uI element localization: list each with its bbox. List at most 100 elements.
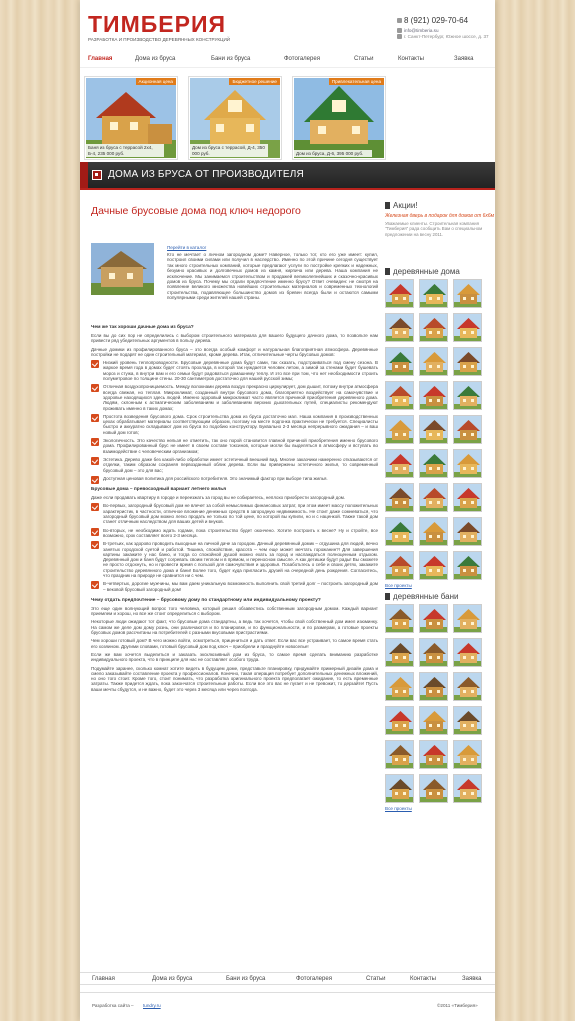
house-project-thumb[interactable] [385,278,414,308]
project-image [454,706,481,734]
bath-project-thumb[interactable] [385,705,414,735]
houses-all-link[interactable]: Все проекты [385,583,495,588]
bath-project-thumb[interactable] [419,705,448,735]
project-image [420,604,447,632]
feature-caption[interactable]: Дом из бруса, Д-6, 395 000 руб. [294,149,372,157]
bath-project-thumb[interactable] [419,603,448,633]
house-project-thumb[interactable] [419,482,448,512]
house-project-thumb[interactable] [385,550,414,580]
house-project-thumb[interactable] [385,448,414,478]
divider [80,188,495,190]
footer-nav-contacts[interactable]: Контакты [410,976,436,982]
bath-project-thumb[interactable] [385,671,414,701]
house-project-thumb[interactable] [385,312,414,342]
nav-contacts[interactable]: Контакты [398,56,424,62]
bath-project-thumb[interactable] [453,603,482,633]
house-project-thumb[interactable] [453,346,482,376]
nav-baths[interactable]: Бани из бруса [211,56,250,62]
catalog-link[interactable]: Перейти в каталог [167,245,206,250]
house-project-thumb[interactable] [419,516,448,546]
check-icon [91,503,99,512]
footer-nav-gallery[interactable]: Фотогалерея [296,976,332,982]
phone-number: 8 (921) 029-70-64 [404,16,469,25]
project-image [386,604,413,632]
feature-card[interactable]: Привлекательная цена Дом из бруса, Д-6, … [292,76,386,160]
feature-caption[interactable]: Баня из бруса с террасой 2х4, Б-4, 235 0… [86,144,164,157]
email-address[interactable]: info@timberia.su [404,28,439,33]
project-image [386,313,413,341]
check-icon [91,475,99,484]
house-project-thumb[interactable] [453,278,482,308]
house-project-thumb[interactable] [419,448,448,478]
house-project-thumb[interactable] [453,516,482,546]
project-image [454,449,481,477]
footer-credit-link[interactable]: tundrу.ru [143,1003,161,1008]
project-image [454,279,481,307]
nav-articles[interactable]: Статьи [354,56,373,62]
bath-project-thumb[interactable] [419,637,448,667]
project-image [454,672,481,700]
feature-card[interactable]: Акционная цена Баня из бруса с террасой … [84,76,178,160]
bath-project-thumb[interactable] [453,739,482,769]
footer-nav-articles[interactable]: Статьи [366,976,385,982]
house-project-thumb[interactable] [419,312,448,342]
project-image [386,347,413,375]
mail-icon [397,28,402,34]
promo-link[interactable]: Железная дверь в подарок для домов от 6х… [385,213,495,219]
house-project-thumb[interactable] [419,346,448,376]
nav-gallery[interactable]: Фотогалерея [284,56,320,62]
footer-nav-home[interactable]: Главная [92,976,115,982]
house-project-thumb[interactable] [453,448,482,478]
address: г. Санкт-Петербург, Южное шоссе, д. 37 [397,34,489,40]
house-project-thumb[interactable] [453,550,482,580]
bath-project-thumb[interactable] [419,671,448,701]
house-project-thumb[interactable] [453,482,482,512]
house-project-thumb[interactable] [385,346,414,376]
baths-all-link[interactable]: Все проекты [385,806,495,811]
feature-caption[interactable]: Дом из бруса с террасой, Д-4, 350 000 ру… [190,144,268,157]
bath-project-thumb[interactable] [419,773,448,803]
project-image [386,672,413,700]
bath-project-thumb[interactable] [385,603,414,633]
bath-project-thumb[interactable] [385,739,414,769]
house-project-thumb[interactable] [453,414,482,444]
email[interactable]: info@timberia.su [397,28,439,34]
sidebar: Акции! Железная дверь в подарок для домо… [385,197,495,815]
bath-project-thumb[interactable] [453,705,482,735]
footer-nav-request[interactable]: Заявка [462,976,482,982]
check-icon [91,413,99,422]
bath-project-thumb[interactable] [453,671,482,701]
project-image [386,517,413,545]
house-project-thumb[interactable] [385,516,414,546]
house-project-thumb[interactable] [419,380,448,410]
house-project-thumb[interactable] [419,550,448,580]
bath-project-thumb[interactable] [419,739,448,769]
bath-project-thumb[interactable] [385,773,414,803]
house-project-thumb[interactable] [419,278,448,308]
footer-nav: Главная Дома из бруса Бани из бруса Фото… [80,972,495,985]
logo[interactable]: ТИМБЕРИЯ [88,13,226,36]
list-item: Во-вторых, не необходимо ждать годами, п… [91,527,378,539]
house-project-thumb[interactable] [453,312,482,342]
project-image [420,279,447,307]
nav-home[interactable]: Главная [88,56,112,62]
nav-houses[interactable]: Дома из бруса [135,56,175,62]
bath-project-thumb[interactable] [453,637,482,667]
bath-project-thumb[interactable] [385,637,414,667]
house-project-thumb[interactable] [385,380,414,410]
house-project-thumb[interactable] [385,414,414,444]
list-item: Экологичность. Это качество нельзя не от… [91,438,378,454]
house-project-thumb[interactable] [385,482,414,512]
bath-project-thumb[interactable] [453,773,482,803]
list-item: Отличная воздухопроницаемость. Между вол… [91,384,378,411]
house-project-thumb[interactable] [419,414,448,444]
footer-nav-baths[interactable]: Бани из бруса [226,976,265,982]
feature-card[interactable]: Бюджетное решение Дом из бруса с террасо… [188,76,282,160]
project-image [454,638,481,666]
nav-request[interactable]: Заявка [454,56,474,62]
house-project-thumb[interactable] [453,380,482,410]
tagline: РАЗРАБОТКА И ПРОИЗВОДСТВО ДЕРЕВЯННЫХ КОН… [88,37,231,42]
banner-title: ДОМА ИЗ БРУСА ОТ ПРОИЗВОДИТЕЛЯ [108,169,304,180]
paragraph: Если вы до сих пор не определились с выб… [91,333,378,344]
footer-nav-houses[interactable]: Дома из бруса [152,976,192,982]
